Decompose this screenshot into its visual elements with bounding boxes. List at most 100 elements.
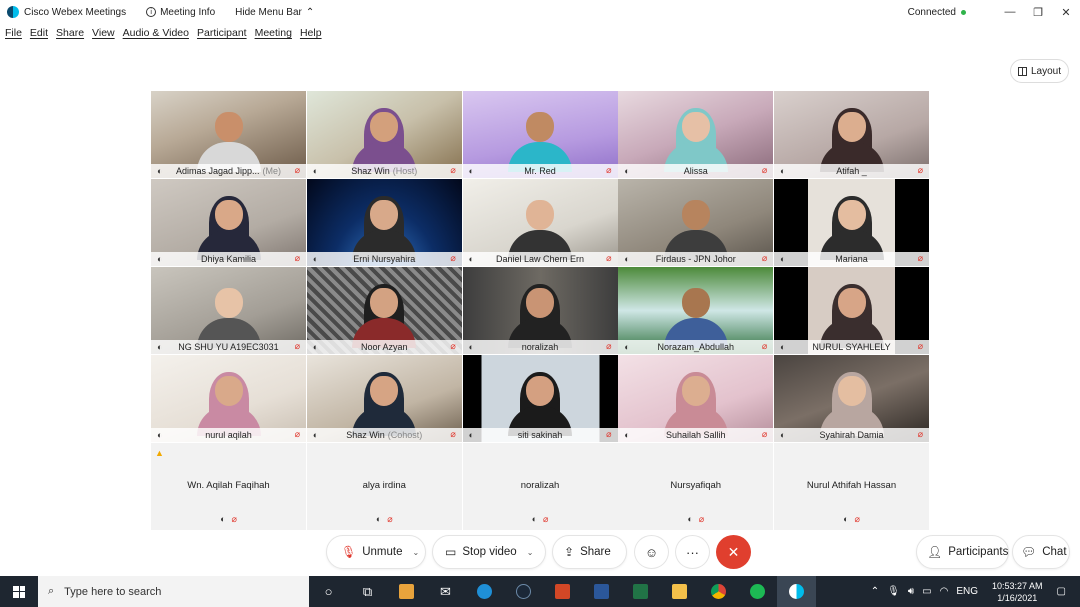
menu-item-share[interactable]: Share [56,27,84,45]
menu-item-audio-video[interactable]: Audio & Video [123,27,189,45]
participant-video-feed [196,108,261,172]
video-tile[interactable]: ◐ Norazam_Abdullah ⌀ [618,267,774,354]
stop-video-button[interactable]: ▭ Stop video ⌄ [432,535,546,569]
close-button[interactable]: ✕ [1052,6,1080,19]
menu-item-participant[interactable]: Participant [197,27,247,45]
unmute-button[interactable]: 🎙︎ Unmute ⌄ [326,535,426,569]
mic-muted-icon: ⌀ [294,428,300,439]
language-indicator[interactable]: ENG [956,586,978,597]
participant-video-feed [663,196,728,260]
powerpoint-icon[interactable] [543,576,582,607]
audio-only-tile[interactable]: alya irdina ◐ ⌀ [306,443,462,530]
hide-menu-bar-label: Hide Menu Bar [235,6,302,18]
microphone-icon[interactable]: 🎙︎ [887,586,900,597]
audio-icon: ◐ [624,341,630,352]
leave-meeting-button[interactable]: ✕ [716,535,751,569]
mail-icon[interactable]: ✉ [426,576,465,607]
audio-only-tile[interactable]: Nurul Athifah Hassan ◐ ⌀ [774,443,929,530]
audio-only-tile[interactable]: ▲ Wn. Aqilah Faqihah ◐ ⌀ [151,443,306,530]
reactions-button[interactable]: ☺ [634,535,669,569]
video-tile[interactable]: ◐ Mr. Red ⌀ [462,91,618,178]
task-view-icon[interactable]: ⧉ [348,576,387,607]
audio-icon: ◐ [157,341,163,352]
video-tile[interactable]: ◐ Syahirah Damia ⌀ [774,355,929,442]
chevron-up-icon[interactable]: ⌃ [871,586,879,597]
cortana-icon[interactable]: ○ [309,576,348,607]
audio-icon: ◐ [624,253,630,264]
chevron-down-icon[interactable]: ⌄ [413,548,420,557]
warning-icon: ▲ [155,448,164,458]
participant-name-bar: ◐ Erni Nursyahira ⌀ [306,251,462,266]
more-options-button[interactable]: ··· [675,535,710,569]
webex-taskbar-icon[interactable] [777,576,816,607]
video-tile[interactable]: ◐ Atifah _ ⌀ [774,91,929,178]
video-tile[interactable]: ◐ Suhailah Sallih ⌀ [618,355,774,442]
notifications-icon[interactable]: ▢ [1057,586,1066,597]
participant-name-bar: ◐ Shaz Win (Host) ⌀ [306,163,462,178]
video-tile[interactable]: ◐ Daniel Law Chern Ern ⌀ [462,179,618,266]
participant-name: Shaz Win [351,165,390,176]
participant-video-feed [352,371,417,436]
participant-status-icons: ◐ ⌀ [307,514,462,525]
chat-button[interactable]: 💬︎ Chat [1012,535,1070,569]
menu-item-file[interactable]: File [5,27,22,45]
video-tile[interactable]: ◐ Firdaus - JPN Johor ⌀ [618,179,774,266]
meeting-info-button[interactable]: i Meeting Info [146,7,215,18]
menu-item-meeting[interactable]: Meeting [255,27,292,45]
share-button[interactable]: ⇪ Share [552,535,627,569]
participants-button[interactable]: 👤︎ Participants [916,535,1009,569]
video-tile[interactable]: ◐ siti sakinah ⌀ [462,355,618,442]
participant-name-bar: ◐ Dhiya Kamilia ⌀ [151,251,306,266]
excel-icon[interactable] [621,576,660,607]
participant-role: (Host) [392,165,418,176]
minimize-button[interactable]: — [996,6,1024,18]
participant-name: Wn. Aqilah Faqihah [187,480,270,491]
battery-icon[interactable]: ▭ [922,586,931,597]
hide-menu-bar-button[interactable]: Hide Menu Bar ⌃ [235,7,314,18]
taskbar-search-box[interactable]: ⌕ Type here to search [38,576,309,607]
audio-icon: ◐ [157,165,163,176]
video-tile[interactable]: ◐ Shaz Win (Host) ⌀ [306,91,462,178]
participant-name: Erni Nursyahira [353,253,416,264]
chevron-down-icon[interactable]: ⌄ [527,548,534,557]
mic-muted-icon: ⌀ [761,164,768,175]
video-tile[interactable]: ◐ Shaz Win (Cohost) ⌀ [306,355,462,442]
edge-icon[interactable] [465,576,504,607]
menu-item-edit[interactable]: Edit [30,27,48,45]
video-tile[interactable]: ◐ NG SHU YU A19EC3031 ⌀ [151,267,306,354]
audio-only-tile[interactable]: Nursyafiqah ◐ ⌀ [618,443,774,530]
menu-item-help[interactable]: Help [300,27,322,45]
participant-role: (Cohost) [387,429,423,440]
clock[interactable]: 10:53:27 AM 1/16/2021 [992,580,1043,604]
video-tile[interactable]: ◐ Alissa ⌀ [618,91,774,178]
start-button[interactable] [0,576,38,607]
chrome-icon[interactable] [699,576,738,607]
restore-button[interactable]: ❐ [1024,6,1052,19]
video-tile[interactable]: ◐ NURUL SYAHLELY ⌀ [774,267,929,354]
video-tile[interactable]: ◐ Erni Nursyahira ⌀ [306,179,462,266]
video-tile[interactable]: ◐ Dhiya Kamilia ⌀ [151,179,306,266]
video-tile[interactable]: ◐ Noor Azyan ⌀ [306,267,462,354]
connection-status: Connected [908,7,966,18]
store-icon[interactable] [387,576,426,607]
participant-name: Norazam_Abdullah [657,341,735,352]
participant-name-bar: ◐ Alissa ⌀ [618,163,774,178]
video-tile[interactable]: ◐ nurul aqilah ⌀ [151,355,306,442]
layout-button[interactable]: Layout [1010,59,1069,83]
chat-label: Chat [1042,546,1067,558]
wifi-icon[interactable]: ◠ [940,586,949,597]
video-tile[interactable]: ◐ noralizah ⌀ [462,267,618,354]
word-icon[interactable] [582,576,621,607]
file-explorer-icon[interactable] [660,576,699,607]
mic-muted-icon: ⌀ [761,340,768,351]
spotify-icon[interactable] [738,576,777,607]
audio-only-tile[interactable]: noralizah ◐ ⌀ [462,443,618,530]
windows-taskbar: ⌕ Type here to search ○ ⧉ ✉ ⌃ 🎙︎ 🔊︎ ▭ ◠ … [0,576,1080,607]
video-tile[interactable]: ◐ Mariana ⌀ [774,179,929,266]
video-tile[interactable]: ◐ Adimas Jagad Jipp... (Me) ⌀ [151,91,306,178]
app-title-area: Cisco Webex Meetings [7,6,126,18]
meeting-controls: 🎙︎ Unmute ⌄ ▭ Stop video ⌄ ⇪ Share ☺ ···… [0,533,1080,570]
volume-icon[interactable]: 🔊︎ [908,586,914,597]
menu-item-view[interactable]: View [92,27,115,45]
steam-icon[interactable] [504,576,543,607]
